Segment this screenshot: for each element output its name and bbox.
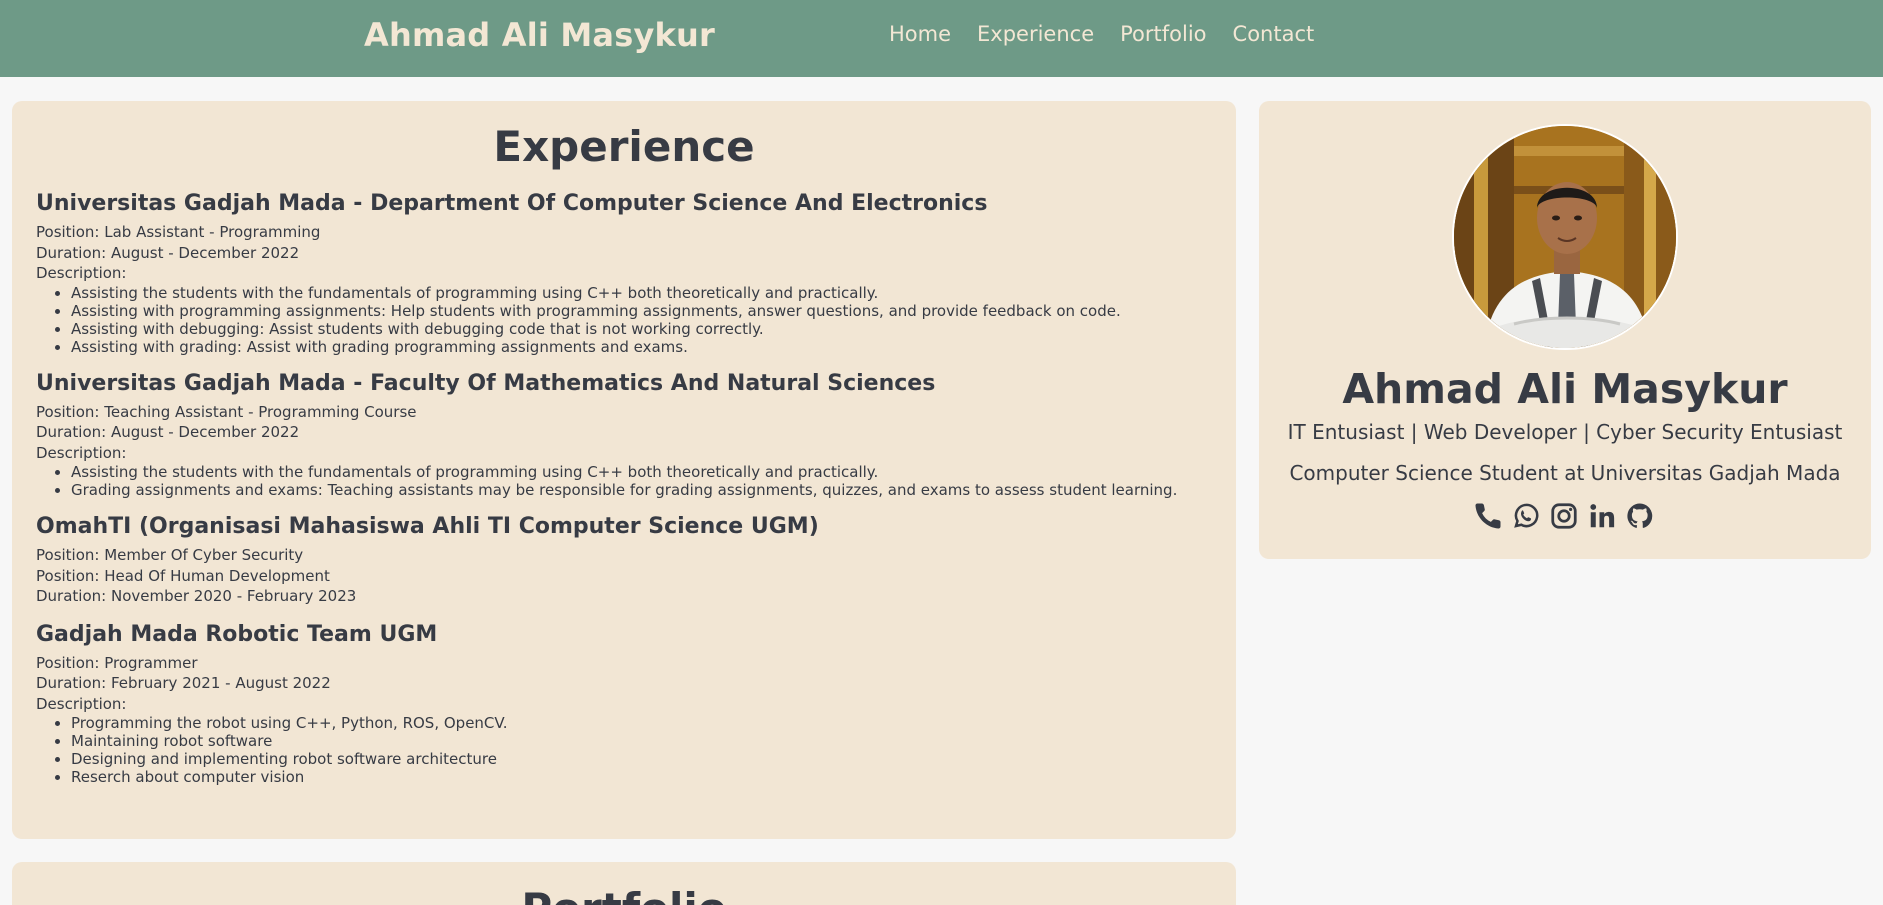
experience-bullet: Assisting the students with the fundamen… bbox=[71, 284, 1216, 302]
profile-study: Computer Science Student at Universitas … bbox=[1289, 461, 1841, 485]
profile-card: Ahmad Ali Masykur IT Entusiast | Web Dev… bbox=[1259, 101, 1871, 559]
nav-link-contact[interactable]: Contact bbox=[1233, 22, 1315, 46]
experience-bullet: Programming the robot using C++, Python,… bbox=[71, 714, 1216, 732]
profile-photo bbox=[1454, 126, 1676, 348]
profile-name: Ahmad Ali Masykur bbox=[1342, 365, 1788, 413]
experience-detail: Duration: August - December 2022 bbox=[36, 423, 300, 441]
experience-bullet: Assisting with grading: Assist with grad… bbox=[71, 338, 1216, 356]
experience-bullet: Reserch about computer vision bbox=[71, 768, 1216, 786]
experience-org: Universitas Gadjah Mada - Department Of … bbox=[36, 191, 988, 216]
experience-detail: Duration: February 2021 - August 2022 bbox=[36, 674, 331, 692]
navbar: Ahmad Ali Masykur Home Experience Portfo… bbox=[0, 0, 1883, 77]
experience-detail: Description: bbox=[36, 443, 127, 462]
experience-detail: Position: Head Of Human Development bbox=[36, 566, 330, 585]
experience-bullet: Maintaining robot software bbox=[71, 732, 1216, 750]
nav-link-experience[interactable]: Experience bbox=[977, 22, 1094, 46]
experience-bullet: Designing and implementing robot softwar… bbox=[71, 750, 1216, 768]
portfolio-card: Portfolio bbox=[12, 862, 1236, 905]
experience-description-list: Programming the robot using C++, Python,… bbox=[71, 714, 1216, 786]
experience-org: Universitas Gadjah Mada - Faculty Of Mat… bbox=[36, 370, 936, 396]
experience-detail: Duration: November 2020 - February 2023 bbox=[36, 587, 357, 605]
experience-list: Universitas Gadjah Mada - Department Of … bbox=[36, 190, 1216, 800]
github-icon[interactable] bbox=[1625, 501, 1655, 531]
experience-description-list: Assisting the students with the fundamen… bbox=[71, 463, 1216, 499]
experience-bullet: Assisting the students with the fundamen… bbox=[71, 463, 1216, 481]
nav-link-home[interactable]: Home bbox=[889, 22, 951, 46]
experience-org: OmahTI (Organisasi Mahasiswa Ahli TI Com… bbox=[36, 514, 819, 539]
nav-link-portfolio[interactable]: Portfolio bbox=[1120, 22, 1206, 46]
experience-detail: Position: Lab Assistant - Programming bbox=[36, 223, 321, 241]
phone-icon[interactable] bbox=[1473, 501, 1503, 531]
experience-detail: Position: Teaching Assistant - Programmi… bbox=[36, 402, 417, 421]
experience-bullet: Assisting with programming assignments: … bbox=[71, 302, 1216, 320]
brand-title[interactable]: Ahmad Ali Masykur bbox=[364, 16, 715, 54]
experience-detail: Position: Programmer bbox=[36, 653, 198, 672]
experience-detail: Description: bbox=[36, 694, 127, 713]
experience-detail: Position: Member Of Cyber Security bbox=[36, 546, 304, 564]
experience-title: Experience bbox=[493, 122, 755, 171]
linkedin-icon[interactable] bbox=[1587, 501, 1617, 531]
experience-card: Experience Universitas Gadjah Mada - Dep… bbox=[12, 101, 1236, 839]
experience-item: Universitas Gadjah Mada - Faculty Of Mat… bbox=[36, 370, 1216, 500]
experience-item: OmahTI (Organisasi Mahasiswa Ahli TI Com… bbox=[36, 513, 1216, 607]
profile-tagline: IT Entusiast | Web Developer | Cyber Sec… bbox=[1287, 420, 1843, 444]
experience-detail: Duration: August - December 2022 bbox=[36, 243, 300, 262]
whatsapp-icon[interactable] bbox=[1511, 501, 1541, 531]
experience-detail: Description: bbox=[36, 264, 127, 282]
experience-description-list: Assisting the students with the fundamen… bbox=[71, 284, 1216, 356]
social-links bbox=[1473, 501, 1655, 531]
experience-item: Universitas Gadjah Mada - Department Of … bbox=[36, 190, 1216, 356]
instagram-icon[interactable] bbox=[1549, 501, 1579, 531]
experience-item: Gadjah Mada Robotic Team UGM Position: Pr… bbox=[36, 621, 1216, 787]
nav-links: Home Experience Portfolio Contact bbox=[889, 22, 1314, 46]
experience-bullet: Grading assignments and exams: Teaching … bbox=[71, 481, 1216, 499]
experience-org: Gadjah Mada Robotic Team UGM bbox=[36, 621, 438, 647]
portfolio-title: Portfolio bbox=[12, 884, 1236, 905]
experience-bullet: Assisting with debugging: Assist student… bbox=[71, 320, 1216, 338]
avatar bbox=[1452, 124, 1678, 350]
